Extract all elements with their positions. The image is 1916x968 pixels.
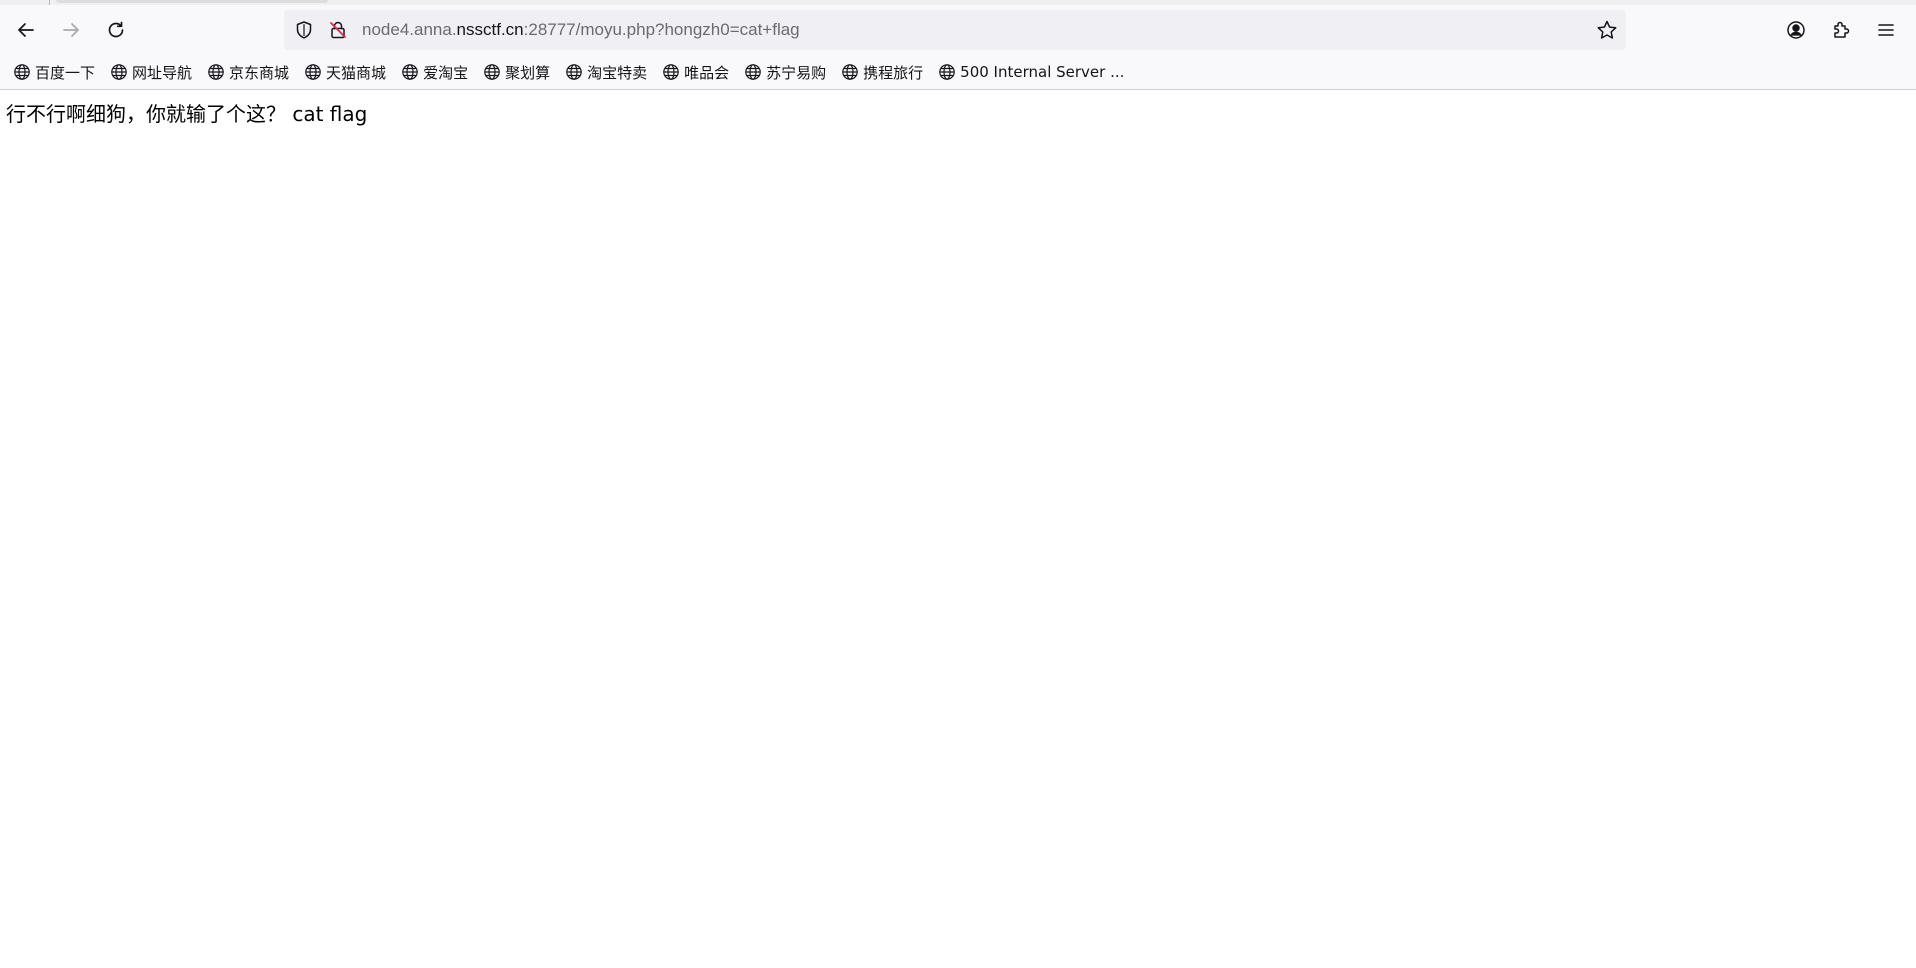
bookmark-item[interactable]: 网址导航 xyxy=(107,58,195,86)
active-tab-edge[interactable] xyxy=(56,0,328,3)
bookmark-label: 唯品会 xyxy=(684,63,730,82)
account-button[interactable] xyxy=(1778,12,1814,48)
bookmark-item[interactable]: 苏宁易购 xyxy=(741,58,829,86)
globe-icon xyxy=(305,64,321,80)
bookmark-label: 网址导航 xyxy=(132,63,193,82)
page-message: 行不行啊细狗，你就输了个这？ cat flag xyxy=(6,102,368,126)
bookmark-item[interactable]: 爱淘宝 xyxy=(398,58,471,86)
insecure-lock-icon[interactable] xyxy=(328,20,348,40)
star-icon[interactable] xyxy=(1596,19,1618,41)
navigation-toolbar: node4.anna.nssctf.cn:28777/moyu.php?hong… xyxy=(0,5,1916,55)
globe-icon xyxy=(745,64,761,80)
globe-icon xyxy=(484,64,500,80)
bookmark-label: 聚划算 xyxy=(505,63,551,82)
page-content: 行不行啊细狗，你就输了个这？ cat flag xyxy=(0,91,1916,968)
globe-icon xyxy=(842,64,858,80)
reload-button[interactable] xyxy=(98,12,134,48)
puzzle-icon xyxy=(1834,21,1850,38)
bookmark-label: 京东商城 xyxy=(229,63,290,82)
url-host: nssctf.cn xyxy=(456,20,524,39)
url-prefix: node4.anna. xyxy=(362,20,457,39)
bookmark-item[interactable]: 唯品会 xyxy=(659,58,732,86)
globe-icon xyxy=(663,64,679,80)
bookmark-label: 500 Internal Server ... xyxy=(960,63,1125,81)
hamburger-menu-icon xyxy=(1878,24,1894,36)
bookmark-label: 携程旅行 xyxy=(863,63,924,82)
bookmarks-toolbar: 百度一下 网址导航 京东商城 天猫商城 爱淘宝 聚划算 淘宝特卖 唯品会 苏宁易购 携程旅行 500… xyxy=(0,55,1916,90)
bookmark-item[interactable]: 携程旅行 xyxy=(838,58,926,86)
bookmark-item[interactable]: 天猫商城 xyxy=(301,58,389,86)
extensions-button[interactable] xyxy=(1823,12,1859,48)
bookmark-item[interactable]: 京东商城 xyxy=(204,58,292,86)
url-suffix: :28777/moyu.php?hongzh0=cat+flag xyxy=(523,20,800,39)
globe-icon xyxy=(566,64,582,80)
arrow-left-icon xyxy=(18,23,34,37)
arrow-right-icon xyxy=(63,23,79,37)
bookmark-item[interactable]: 百度一下 xyxy=(10,58,98,86)
globe-icon xyxy=(939,64,955,80)
globe-icon xyxy=(402,64,418,80)
bookmark-label: 淘宝特卖 xyxy=(587,63,648,82)
bookmark-label: 爱淘宝 xyxy=(423,63,469,82)
globe-icon xyxy=(111,64,127,80)
globe-icon xyxy=(208,64,224,80)
address-bar[interactable]: node4.anna.nssctf.cn:28777/moyu.php?hong… xyxy=(284,10,1626,50)
menu-button[interactable] xyxy=(1868,12,1904,48)
bookmark-item[interactable]: 500 Internal Server ... xyxy=(935,58,1127,86)
account-icon xyxy=(1787,21,1805,39)
bookmark-item[interactable]: 淘宝特卖 xyxy=(562,58,650,86)
back-button[interactable] xyxy=(8,12,44,48)
browser-window: node4.anna.nssctf.cn:28777/moyu.php?hong… xyxy=(0,0,1916,968)
bookmark-label: 苏宁易购 xyxy=(766,63,827,82)
bookmark-item[interactable]: 聚划算 xyxy=(480,58,553,86)
forward-button[interactable] xyxy=(53,12,89,48)
shield-icon[interactable] xyxy=(294,20,314,40)
reload-icon xyxy=(108,21,124,38)
bookmark-label: 天猫商城 xyxy=(326,63,387,82)
url-text[interactable]: node4.anna.nssctf.cn:28777/moyu.php?hong… xyxy=(362,20,800,40)
bookmark-label: 百度一下 xyxy=(35,63,96,82)
globe-icon xyxy=(14,64,30,80)
